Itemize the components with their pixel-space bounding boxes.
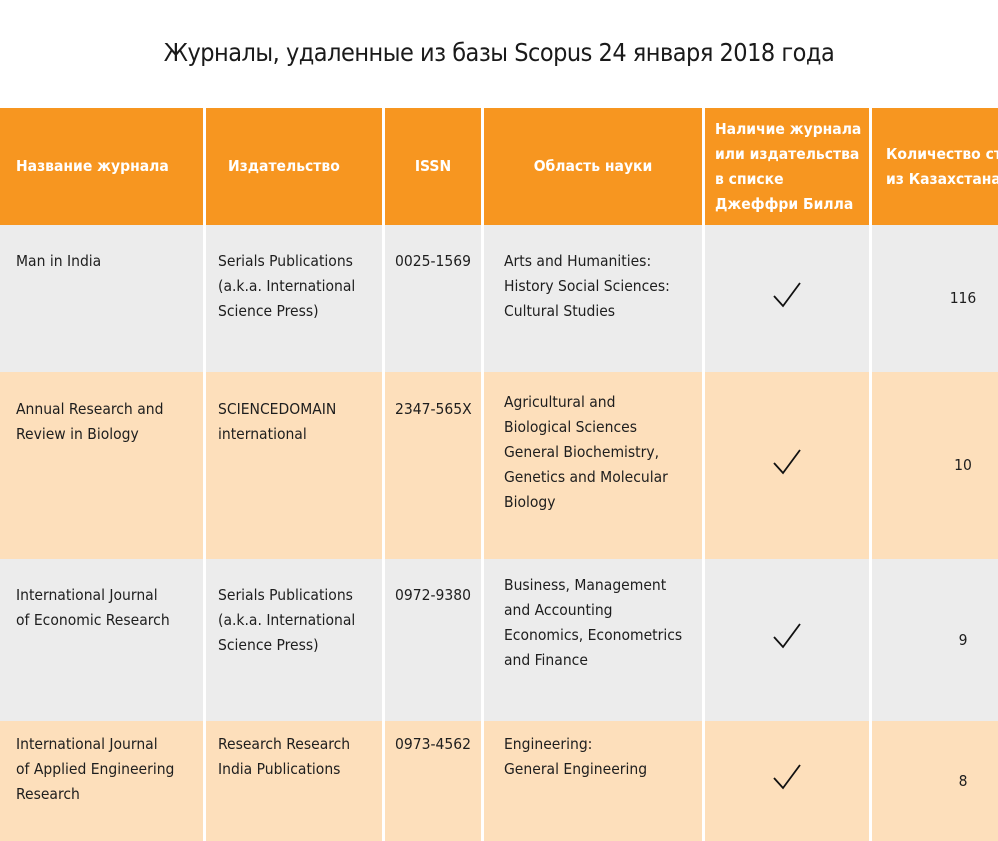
header-beall-list-label: Наличие журнала или издательства в списк… bbox=[715, 119, 862, 213]
journal-name-cell: Man in India bbox=[0, 225, 203, 372]
table-row: Annual Research and Review in Biology SC… bbox=[0, 372, 998, 559]
publisher-cell: Research Research India Publications bbox=[206, 721, 382, 841]
header-publisher-label: Издательство bbox=[228, 157, 340, 175]
issn-cell: 0025-1569 bbox=[385, 225, 481, 372]
kz-articles-cell: 10 bbox=[872, 372, 998, 559]
beall-list-cell bbox=[705, 721, 869, 841]
issn-cell: 0972-9380 bbox=[385, 559, 481, 721]
header-kz-articles-label: Количество статей из Казахстана bbox=[886, 144, 998, 188]
header-science-area: Область науки bbox=[484, 108, 702, 225]
journals-table: Название журнала Издательство ISSN Облас… bbox=[0, 108, 998, 841]
check-icon bbox=[772, 621, 802, 651]
science-area-cell: Business, Management and Accounting Econ… bbox=[484, 559, 702, 721]
check-icon bbox=[772, 447, 802, 477]
header-journal-name: Название журнала bbox=[0, 108, 203, 225]
table-row: International Journal of Economic Resear… bbox=[0, 559, 998, 721]
publisher-cell: SCIENCEDOMAIN international bbox=[206, 372, 382, 559]
check-icon bbox=[772, 280, 802, 310]
science-area-cell: Arts and Humanities: History Social Scie… bbox=[484, 225, 702, 372]
kz-articles-cell: 8 bbox=[872, 721, 998, 841]
publisher-cell: Serials Publications (a.k.a. Internation… bbox=[206, 225, 382, 372]
science-area-cell: Engineering: General Engineering bbox=[484, 721, 702, 841]
beall-list-cell bbox=[705, 559, 869, 721]
check-icon bbox=[772, 762, 802, 792]
journal-name-cell: Annual Research and Review in Biology bbox=[0, 372, 203, 559]
issn-cell: 2347-565X bbox=[385, 372, 481, 559]
header-publisher: Издательство bbox=[206, 108, 382, 225]
beall-list-cell bbox=[705, 225, 869, 372]
table-header-row: Название журнала Издательство ISSN Облас… bbox=[0, 108, 998, 225]
journal-name-cell: International Journal of Applied Enginee… bbox=[0, 721, 203, 841]
header-beall-list: Наличие журнала или издательства в списк… bbox=[705, 108, 869, 225]
header-issn: ISSN bbox=[385, 108, 481, 225]
table-row: Man in India Serials Publications (a.k.a… bbox=[0, 225, 998, 372]
issn-cell: 0973-4562 bbox=[385, 721, 481, 841]
page-title: Журналы, удаленные из базы Scopus 24 янв… bbox=[163, 38, 835, 67]
journal-name-cell: International Journal of Economic Resear… bbox=[0, 559, 203, 721]
kz-articles-cell: 9 bbox=[872, 559, 998, 721]
beall-list-cell bbox=[705, 372, 869, 559]
kz-articles-cell: 116 bbox=[872, 225, 998, 372]
science-area-cell: Agricultural and Biological Sciences Gen… bbox=[484, 372, 702, 559]
publisher-cell: Serials Publications (a.k.a. Internation… bbox=[206, 559, 382, 721]
header-kz-articles: Количество статей из Казахстана bbox=[872, 108, 998, 225]
table-row: International Journal of Applied Enginee… bbox=[0, 721, 998, 841]
